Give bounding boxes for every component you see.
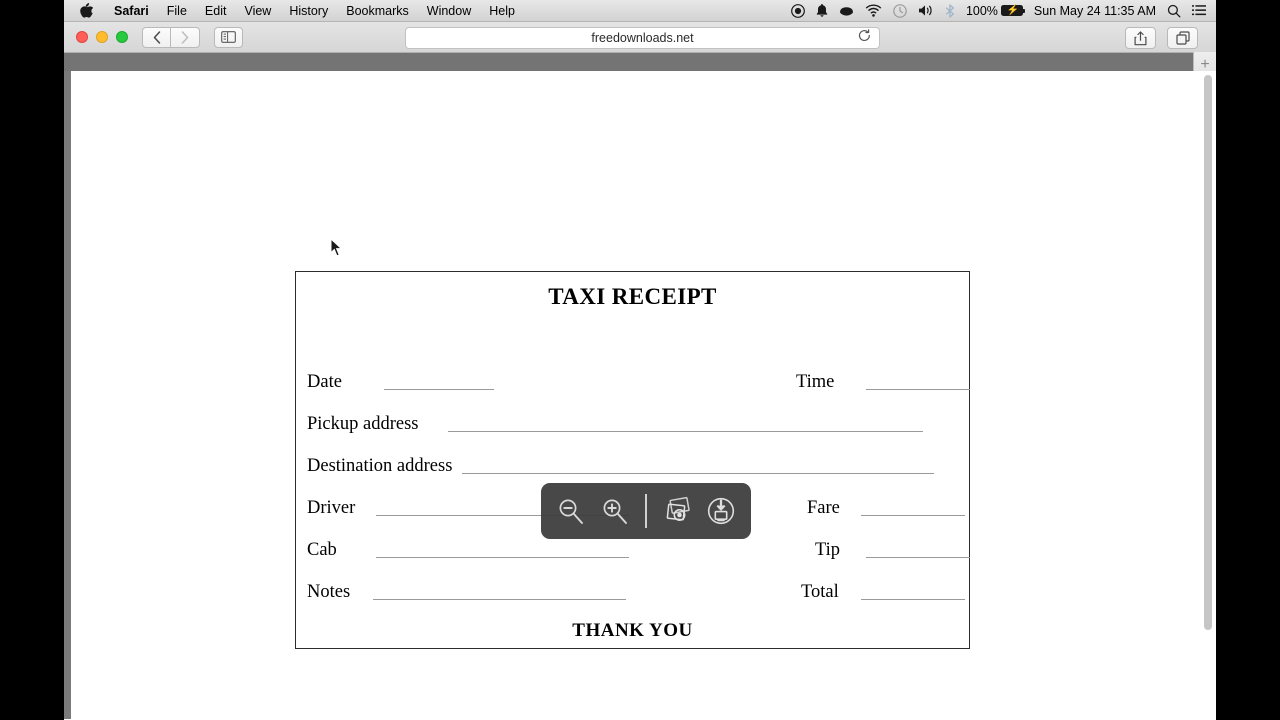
menu-item-history[interactable]: History (280, 0, 337, 22)
menu-item-window[interactable]: Window (418, 0, 480, 22)
photos-stack-icon (666, 496, 690, 521)
navigation-buttons (142, 26, 200, 48)
screen-record-icon[interactable] (791, 3, 805, 18)
field-label-time: Time (796, 372, 835, 392)
notification-bell-icon[interactable] (816, 3, 828, 18)
magnifier-plus-icon (603, 499, 628, 524)
field-time[interactable]: Time (796, 372, 971, 393)
address-bar[interactable]: freedownloads.net (405, 27, 880, 49)
notification-center-icon[interactable] (1192, 4, 1206, 17)
field-pickup-address[interactable]: Pickup address (307, 414, 923, 435)
taxi-receipt-document: TAXI RECEIPT Date Time Pickup address De… (295, 271, 971, 649)
field-label-date: Date (307, 372, 342, 392)
receipt-fields: Date Time Pickup address Destination add… (296, 272, 971, 648)
field-label-destination-address: Destination address (307, 456, 453, 476)
spotlight-search-icon[interactable] (1167, 4, 1181, 18)
field-input-fare[interactable] (860, 515, 965, 516)
field-label-cab: Cab (307, 540, 337, 560)
field-cab[interactable]: Cab (307, 540, 629, 561)
field-destination-address[interactable]: Destination address (307, 456, 935, 477)
field-input-time[interactable] (866, 389, 971, 390)
field-input-total[interactable] (860, 599, 965, 600)
window-controls (64, 31, 128, 43)
field-label-notes: Notes (307, 582, 351, 602)
receipt-footer-text: THANK YOU (572, 620, 693, 641)
sidebar-toggle-button[interactable] (214, 26, 243, 48)
menu-item-help[interactable]: Help (480, 0, 524, 22)
back-button[interactable] (142, 26, 171, 48)
dropbox-icon[interactable] (839, 4, 854, 18)
zoom-in-button[interactable] (599, 494, 631, 528)
safari-window: freedownloads.net + TAXI RECEIPT Date Ti… (64, 22, 1216, 720)
menu-item-bookmarks[interactable]: Bookmarks (337, 0, 418, 22)
battery-status[interactable]: 100% ⚡ (965, 0, 1026, 22)
toolbar-right-buttons (1125, 27, 1198, 49)
share-button[interactable] (1125, 27, 1156, 49)
menu-bar-status-area: 100% ⚡ Sun May 24 11:35 AM (791, 0, 1216, 22)
field-label-driver: Driver (307, 498, 356, 518)
address-bar-url: freedownloads.net (591, 31, 694, 45)
show-all-tabs-button[interactable] (1167, 27, 1198, 49)
vertical-scrollbar[interactable] (1204, 75, 1212, 630)
tab-bar-shade (64, 53, 1216, 71)
field-date[interactable]: Date (307, 372, 494, 393)
field-label-tip: Tip (815, 540, 841, 560)
menu-bar-left: Safari File Edit View History Bookmarks … (64, 0, 524, 22)
reload-button[interactable] (858, 29, 871, 47)
magnifier-minus-icon (559, 499, 584, 524)
apple-menu-icon[interactable] (74, 3, 105, 18)
browser-toolbar: freedownloads.net + (64, 22, 1216, 78)
menu-item-view[interactable]: View (235, 0, 280, 22)
menu-bar: Safari File Edit View History Bookmarks … (64, 0, 1216, 22)
field-fare[interactable]: Fare (807, 498, 965, 519)
field-notes[interactable]: Notes (307, 582, 627, 603)
forward-button[interactable] (171, 26, 200, 48)
field-input-tip[interactable] (866, 557, 971, 558)
wifi-icon[interactable] (865, 4, 882, 17)
menu-bar-clock[interactable]: Sun May 24 11:35 AM (1034, 0, 1156, 22)
chevron-right-icon (181, 30, 189, 44)
field-input-notes[interactable] (373, 599, 627, 600)
field-total[interactable]: Total (801, 582, 965, 603)
field-tip[interactable]: Tip (815, 540, 971, 561)
field-input-destination-address[interactable] (462, 473, 935, 474)
sidebar-icon (221, 31, 236, 43)
field-label-fare: Fare (807, 498, 840, 518)
page-content: TAXI RECEIPT Date Time Pickup address De… (64, 71, 1216, 719)
open-in-preview-button[interactable] (661, 494, 693, 528)
pdf-viewer-toolbar (541, 483, 751, 539)
battery-charging-icon: ⚡ (1000, 5, 1026, 16)
field-input-date[interactable] (383, 389, 494, 390)
reload-icon (858, 29, 870, 41)
minimize-window-button[interactable] (96, 31, 108, 43)
menu-item-safari[interactable]: Safari (105, 0, 158, 22)
field-input-pickup-address[interactable] (447, 431, 923, 432)
screen: Safari File Edit View History Bookmarks … (0, 0, 1280, 720)
show-tabs-icon (1175, 31, 1190, 45)
bluetooth-icon[interactable] (945, 3, 955, 18)
battery-percent-label: 100% (965, 3, 998, 18)
menu-item-file[interactable]: File (158, 0, 196, 22)
download-button[interactable] (705, 494, 737, 528)
toolbar-divider (645, 494, 647, 528)
field-label-total: Total (801, 582, 839, 602)
chevron-left-icon (153, 30, 160, 44)
field-label-pickup-address: Pickup address (307, 414, 419, 434)
volume-icon[interactable] (918, 4, 934, 17)
download-to-computer-icon (707, 497, 735, 525)
zoom-out-button[interactable] (555, 494, 587, 528)
field-input-cab[interactable] (375, 557, 629, 558)
close-window-button[interactable] (76, 31, 88, 43)
time-machine-icon[interactable] (893, 3, 907, 18)
share-icon (1134, 30, 1147, 45)
menu-item-edit[interactable]: Edit (196, 0, 236, 22)
maximize-window-button[interactable] (116, 31, 128, 43)
